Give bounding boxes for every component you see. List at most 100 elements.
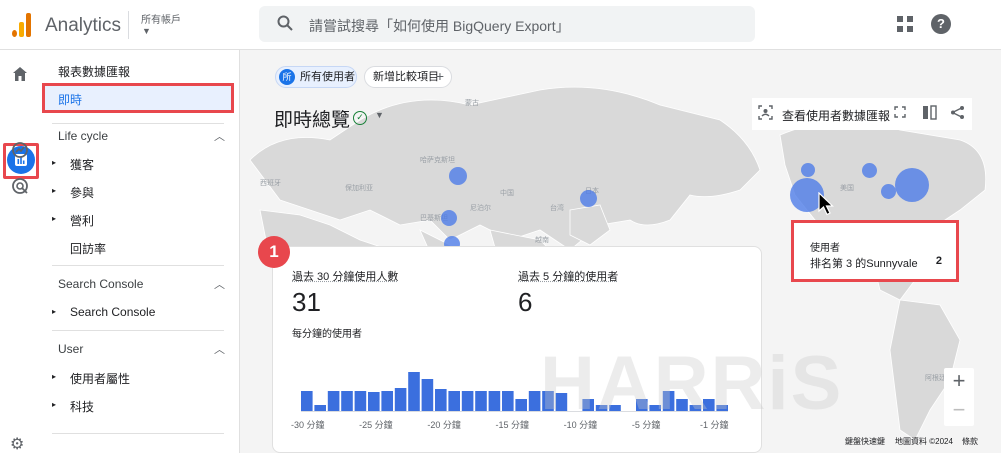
nav-user-attributes[interactable]: 使用者屬性 [70, 370, 130, 387]
map-zoom-controls: + − [944, 368, 974, 426]
chart-bar[interactable] [368, 392, 380, 411]
metric-users-30min-value: 31 [292, 287, 321, 318]
map-bubble[interactable] [441, 210, 457, 226]
map-bubble[interactable] [580, 190, 597, 207]
chart-bar[interactable] [395, 388, 407, 411]
metric-users-30min-label[interactable]: 過去 30 分鐘使用人數 [292, 268, 398, 284]
user-snapshot-icon[interactable] [758, 105, 773, 123]
chart-bar[interactable] [435, 389, 447, 411]
map-toolbar: 查看使用者數據匯報 [752, 98, 972, 130]
add-comparison-button[interactable]: 新增比較項目 + [364, 66, 452, 88]
per-minute-chart-label: 每分鐘的使用者 [292, 325, 362, 340]
check-circle-icon[interactable]: ✓ [353, 111, 367, 125]
chart-bar[interactable] [448, 391, 460, 411]
map-bubble[interactable] [801, 163, 815, 177]
x-tick-label: -15 分鐘 [496, 419, 530, 430]
x-tick-label: -25 分鐘 [359, 419, 393, 430]
x-tick-label: -20 分鐘 [427, 419, 461, 430]
compare-columns-icon[interactable] [922, 105, 937, 123]
segment-all-users-chip[interactable]: 所 所有使用者 [275, 66, 357, 88]
map-bubble[interactable] [449, 167, 467, 185]
svg-text:美国: 美国 [840, 183, 854, 192]
nav-retention[interactable]: 回訪率 [70, 240, 106, 257]
svg-text:蒙古: 蒙古 [465, 98, 479, 107]
chart-bar[interactable] [462, 391, 474, 411]
zoom-out-button[interactable]: − [944, 397, 974, 423]
nav-monetization[interactable]: 營利 [70, 212, 94, 229]
view-user-snapshot-button[interactable]: 查看使用者數據匯報 [782, 107, 890, 124]
chevron-down-icon[interactable]: ▼ [375, 110, 384, 120]
analytics-logo-icon[interactable] [12, 13, 32, 37]
chart-bar[interactable] [314, 405, 326, 411]
advertising-icon[interactable] [10, 177, 30, 197]
x-tick-label: -30 分鐘 [291, 419, 325, 430]
expand-triangle-icon[interactable]: ▸ [52, 158, 56, 167]
section-user[interactable]: User [58, 342, 83, 356]
nav-tech[interactable]: 科技 [70, 398, 94, 415]
home-icon[interactable] [10, 66, 30, 86]
account-selector-label[interactable]: 所有帳戶 [141, 11, 181, 26]
apps-grid-icon[interactable] [897, 16, 913, 32]
report-nav: 報表數據匯報 即時 Life cycle ︿ ▸ 獲客 ▸ 參與 ▸ 營利 回訪… [40, 50, 240, 453]
zoom-in-button[interactable]: + [944, 368, 974, 394]
map-bubble[interactable] [862, 163, 877, 178]
metric-users-5min-value: 6 [518, 287, 532, 318]
expand-triangle-icon[interactable]: ▸ [52, 214, 56, 223]
chart-bar[interactable] [328, 391, 340, 411]
svg-text:越南: 越南 [535, 235, 549, 244]
mouse-pointer-icon [818, 192, 836, 221]
expand-triangle-icon[interactable]: ▸ [52, 186, 56, 195]
explore-icon[interactable] [10, 141, 30, 161]
section-search-console[interactable]: Search Console [58, 277, 143, 291]
chart-bar[interactable] [515, 399, 527, 411]
svg-text:尼泊尔: 尼泊尔 [470, 203, 491, 212]
chart-bar[interactable] [475, 391, 487, 411]
nav-search-console[interactable]: Search Console [70, 305, 155, 319]
nav-reports-snapshot[interactable]: 報表數據匯報 [58, 63, 130, 80]
segment-label: 所有使用者 [300, 67, 355, 87]
page-title: 即時總覽 [274, 105, 350, 132]
divider [52, 330, 224, 331]
help-icon[interactable]: ? [931, 14, 951, 34]
chart-bar[interactable] [502, 391, 514, 411]
nav-acquisition[interactable]: 獲客 [70, 156, 94, 173]
chart-bar[interactable] [489, 391, 501, 411]
map-bubble[interactable] [895, 168, 929, 202]
svg-text:阿根廷: 阿根廷 [925, 373, 946, 382]
map-tooltip: 使用者 排名第 3 的Sunnyvale 2 [791, 220, 959, 282]
expand-triangle-icon[interactable]: ▸ [52, 400, 56, 409]
chart-bar[interactable] [381, 391, 393, 411]
expand-triangle-icon[interactable]: ▸ [52, 307, 56, 316]
keyboard-shortcuts-link[interactable]: 鍵盤快速鍵 [845, 436, 885, 447]
nav-engagement[interactable]: 參與 [70, 184, 94, 201]
svg-text:台湾: 台湾 [550, 203, 564, 212]
search-input[interactable]: 請嘗試搜尋「如何使用 BigQuery Export」 [309, 16, 570, 36]
svg-text:保加利亚: 保加利亚 [345, 183, 373, 192]
terms-link[interactable]: 條款 [962, 436, 978, 447]
plus-icon: + [436, 66, 444, 86]
top-bar: Analytics 所有帳戶 ▼ 請嘗試搜尋「如何使用 BigQuery Exp… [0, 0, 1001, 50]
settings-gear-icon[interactable]: ⚙ [10, 434, 24, 454]
chevron-up-icon[interactable]: ︿ [214, 341, 225, 357]
add-comparison-label: 新增比較項目 [373, 67, 439, 87]
expand-triangle-icon[interactable]: ▸ [52, 372, 56, 381]
chart-bar[interactable] [301, 391, 313, 411]
metric-users-5min-label[interactable]: 過去 5 分鐘的使用者 [518, 268, 618, 284]
chart-bar[interactable] [408, 372, 420, 411]
search-bar[interactable]: 請嘗試搜尋「如何使用 BigQuery Export」 [259, 6, 755, 42]
watermark: HARRiS [540, 340, 843, 427]
divider [128, 11, 129, 39]
chevron-up-icon[interactable]: ︿ [214, 128, 225, 144]
tooltip-row-value: 2 [936, 255, 942, 267]
map-bubble[interactable] [881, 184, 896, 199]
chart-bar[interactable] [341, 391, 353, 411]
section-lifecycle[interactable]: Life cycle [58, 129, 108, 143]
fullscreen-icon[interactable] [894, 105, 906, 121]
search-icon [277, 15, 293, 36]
chevron-up-icon[interactable]: ︿ [214, 276, 225, 292]
chart-bar[interactable] [529, 391, 541, 411]
share-icon[interactable] [950, 105, 965, 123]
account-caret-icon[interactable]: ▼ [142, 26, 151, 36]
chart-bar[interactable] [355, 391, 367, 411]
chart-bar[interactable] [422, 379, 434, 411]
